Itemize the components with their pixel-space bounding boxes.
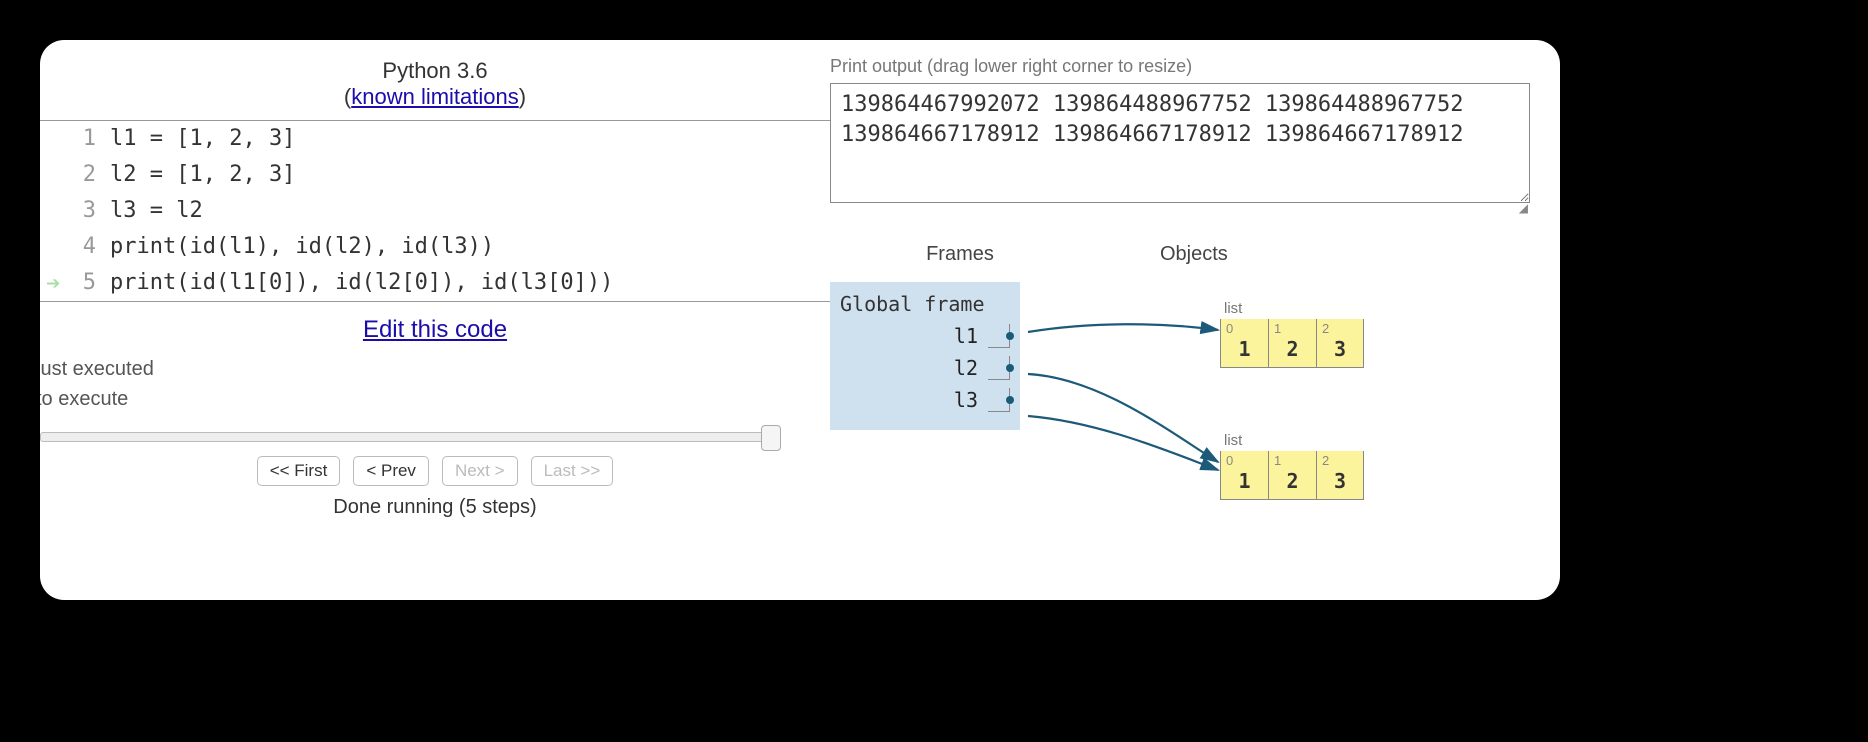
output-column: Print output (drag lower right corner to… <box>830 40 1560 600</box>
line-number: 4 <box>40 229 110 265</box>
paren-close: ) <box>519 84 526 109</box>
objects-header: Objects <box>1090 243 1530 266</box>
object-type-label: list <box>1220 300 1364 317</box>
code-column: Python 3.6 (known limitations) 1l1 = [1,… <box>40 40 830 600</box>
cell-value: 2 <box>1269 467 1316 499</box>
visualization-area: Global frame l1 l2 l3 list <box>830 282 1530 430</box>
cell-value: 3 <box>1317 467 1363 499</box>
prev-button[interactable]: < Prev <box>353 456 429 486</box>
nav-buttons: << First < Prev Next > Last >> <box>40 456 830 486</box>
current-line-arrow-icon: ➔ <box>46 269 60 297</box>
code-text: print(id(l1), id(l2), id(l3)) <box>110 229 494 265</box>
cell-index: 2 <box>1317 319 1363 335</box>
variable-name: l1 <box>954 324 978 348</box>
list-cell: 12 <box>1268 319 1316 368</box>
global-frame: Global frame l1 l2 l3 <box>830 282 1020 430</box>
cell-index: 0 <box>1221 319 1268 335</box>
list-cell: 12 <box>1268 451 1316 500</box>
variable-name: l3 <box>954 388 978 412</box>
code-text: l1 = [1, 2, 3] <box>110 121 295 157</box>
cell-value: 1 <box>1221 335 1268 367</box>
first-button[interactable]: << First <box>257 456 341 486</box>
code-header: Python 3.6 (known limitations) <box>40 58 830 110</box>
legend-just-executed: just executed <box>40 354 830 384</box>
last-button: Last >> <box>531 456 614 486</box>
cell-index: 1 <box>1269 319 1316 335</box>
frames-header: Frames <box>830 243 1090 266</box>
line-number: 1 <box>40 121 110 157</box>
code-line: 5➔print(id(l1[0]), id(l2[0]), id(l3[0])) <box>40 265 830 301</box>
resize-grip-icon[interactable]: ◢ <box>830 201 1530 215</box>
frame-variable: l1 <box>830 320 1020 352</box>
python-version: Python 3.6 <box>40 58 830 84</box>
list-cell: 23 <box>1316 319 1364 368</box>
code-line: 4print(id(l1), id(l2), id(l3)) <box>40 229 830 265</box>
line-number: 3 <box>40 193 110 229</box>
cell-value: 3 <box>1317 335 1363 367</box>
code-text: l3 = l2 <box>110 193 203 229</box>
object-type-label: list <box>1220 432 1364 449</box>
code-line: 3l3 = l2 <box>40 193 830 229</box>
frame-variable: l3 <box>830 384 1020 416</box>
line-number: 5➔ <box>40 265 110 301</box>
next-button: Next > <box>442 456 518 486</box>
cell-index: 2 <box>1317 451 1363 467</box>
legend-next-to-execute: to execute <box>40 384 830 414</box>
pointer-dot-icon <box>1006 396 1014 404</box>
list-cell: 23 <box>1316 451 1364 500</box>
code-listing: 1l1 = [1, 2, 3]2l2 = [1, 2, 3]3l3 = l24p… <box>40 120 830 302</box>
cell-index: 0 <box>1221 451 1268 467</box>
heap-list-object: list011223 <box>1220 432 1364 500</box>
list-cell: 01 <box>1220 451 1268 500</box>
variable-pointer-cell <box>988 356 1010 380</box>
variable-name: l2 <box>954 356 978 380</box>
variable-pointer-cell <box>988 388 1010 412</box>
edit-code-link[interactable]: Edit this code <box>363 316 507 343</box>
frame-variable: l2 <box>830 352 1020 384</box>
step-slider[interactable] <box>40 432 830 442</box>
pointer-dot-icon <box>1006 332 1014 340</box>
variable-pointer-cell <box>988 324 1010 348</box>
known-limitations-link[interactable]: known limitations <box>351 84 519 109</box>
heap-list-object: list011223 <box>1220 300 1364 368</box>
frame-title: Global frame <box>830 288 1020 320</box>
code-text: print(id(l1[0]), id(l2[0]), id(l3[0])) <box>110 265 613 301</box>
line-number: 2 <box>40 157 110 193</box>
code-line: 2l2 = [1, 2, 3] <box>40 157 830 193</box>
tutor-panel: Python 3.6 (known limitations) 1l1 = [1,… <box>40 40 1560 600</box>
code-text: l2 = [1, 2, 3] <box>110 157 295 193</box>
code-line: 1l1 = [1, 2, 3] <box>40 121 830 157</box>
objects-area: list011223list011223 <box>1120 282 1530 430</box>
cell-value: 1 <box>1221 467 1268 499</box>
print-output[interactable]: 139864467992072 139864488967752 13986448… <box>830 83 1530 203</box>
status-text: Done running (5 steps) <box>40 496 830 519</box>
output-label: Print output (drag lower right corner to… <box>830 56 1530 77</box>
cell-index: 1 <box>1269 451 1316 467</box>
slider-handle[interactable] <box>761 425 781 451</box>
cell-value: 2 <box>1269 335 1316 367</box>
list-cell: 01 <box>1220 319 1268 368</box>
pointer-dot-icon <box>1006 364 1014 372</box>
